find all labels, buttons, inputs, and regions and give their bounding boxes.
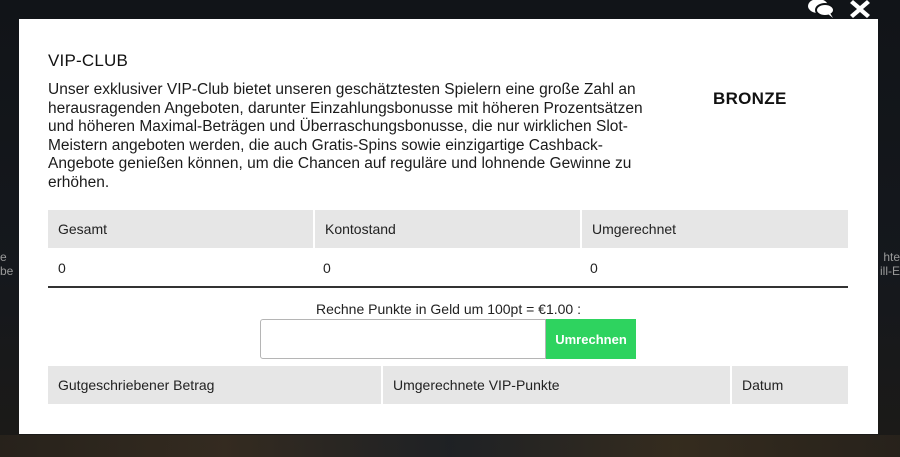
points-summary-row: 0 0 0 (48, 248, 848, 288)
modal-top-controls (806, 0, 870, 18)
vip-club-modal: VIP-CLUB Unser exklusiver VIP-Club biete… (19, 19, 878, 434)
value-kontostand: 0 (323, 260, 331, 276)
vip-level-badge: BRONZE (713, 89, 787, 108)
points-summary-header: Gesamt Kontostand Umgerechnet (48, 210, 848, 248)
vip-description: Unser exklusiver VIP-Club bietet unseren… (48, 81, 643, 191)
value-umgerechnet: 0 (590, 260, 598, 276)
backdrop-text-right: hte ill-E (880, 250, 900, 278)
backdrop-strip (0, 435, 900, 457)
column-header-datum: Datum (730, 366, 848, 404)
column-header-gutgeschriebener-betrag: Gutgeschriebener Betrag (48, 366, 381, 404)
convert-button[interactable]: Umrechnen (546, 319, 636, 359)
modal-title: VIP-CLUB (48, 51, 129, 70)
column-header-umgerechnete-vip-punkte: Umgerechnete VIP-Punkte (381, 366, 730, 404)
column-header-kontostand: Kontostand (313, 210, 580, 248)
chat-bubbles-icon[interactable] (806, 0, 836, 18)
backdrop-text-left: e be (0, 250, 14, 278)
points-summary-table: Gesamt Kontostand Umgerechnet 0 0 0 (48, 210, 848, 288)
convert-form: Umrechnen (260, 319, 636, 359)
value-gesamt: 0 (58, 260, 66, 276)
convert-rate-label: Rechne Punkte in Geld um 100pt = €1.00 : (315, 301, 581, 317)
close-icon[interactable] (850, 0, 870, 18)
conversion-history-header: Gutgeschriebener Betrag Umgerechnete VIP… (48, 366, 848, 404)
column-header-umgerechnet: Umgerechnet (580, 210, 848, 248)
points-amount-input[interactable] (260, 319, 546, 359)
column-header-gesamt: Gesamt (48, 210, 313, 248)
